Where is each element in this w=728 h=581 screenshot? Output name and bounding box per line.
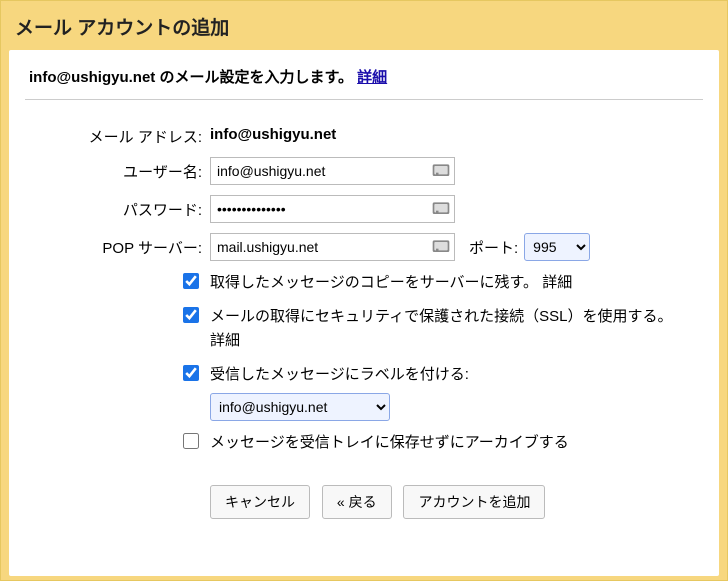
username-input[interactable]	[210, 157, 455, 185]
port-select[interactable]: 995	[524, 233, 590, 261]
add-account-button[interactable]: アカウントを追加	[403, 485, 545, 519]
pop-server-input[interactable]	[210, 233, 455, 261]
subtitle-details-link[interactable]: 詳細	[357, 69, 387, 86]
label-msg-checkbox[interactable]	[183, 365, 199, 381]
archive-label: メッセージを受信トレイに保存せずにアーカイブする	[210, 434, 569, 451]
label-msg-select[interactable]: info@ushigyu.net	[210, 393, 390, 421]
leave-copy-checkbox[interactable]	[183, 273, 199, 289]
value-email: info@ushigyu.net	[210, 122, 336, 143]
leave-copy-details-link[interactable]: 詳細	[542, 274, 572, 291]
back-button[interactable]: « 戻る	[322, 485, 392, 519]
ssl-checkbox[interactable]	[183, 307, 199, 323]
password-input[interactable]	[210, 195, 455, 223]
archive-checkbox[interactable]	[183, 433, 199, 449]
button-row: キャンセル « 戻る アカウントを追加	[210, 485, 703, 519]
ssl-label: メールの取得にセキュリティで保護された接続（SSL）を使用する。	[210, 308, 672, 325]
subtitle: info@ushigyu.net のメール設定を入力します。 詳細	[25, 62, 703, 100]
label-msg-label: 受信したメッセージにラベルを付ける:	[210, 366, 469, 383]
dialog-content: info@ushigyu.net のメール設定を入力します。 詳細 メール アド…	[9, 50, 719, 576]
label-username: ユーザー名:	[25, 157, 210, 182]
subtitle-text: info@ushigyu.net のメール設定を入力します。	[29, 69, 353, 86]
ssl-details-link[interactable]: 詳細	[210, 332, 240, 349]
dialog-title: メール アカウントの追加	[1, 1, 727, 50]
dialog-window: メール アカウントの追加 info@ushigyu.net のメール設定を入力し…	[0, 0, 728, 581]
label-password: パスワード:	[25, 195, 210, 220]
form: メール アドレス: info@ushigyu.net ユーザー名: パスワード:	[25, 122, 703, 519]
label-port: ポート:	[469, 237, 518, 258]
leave-copy-label: 取得したメッセージのコピーをサーバーに残す。	[210, 274, 538, 291]
label-email: メール アドレス:	[25, 122, 210, 147]
cancel-button[interactable]: キャンセル	[210, 485, 310, 519]
label-pop-server: POP サーバー:	[25, 233, 210, 258]
